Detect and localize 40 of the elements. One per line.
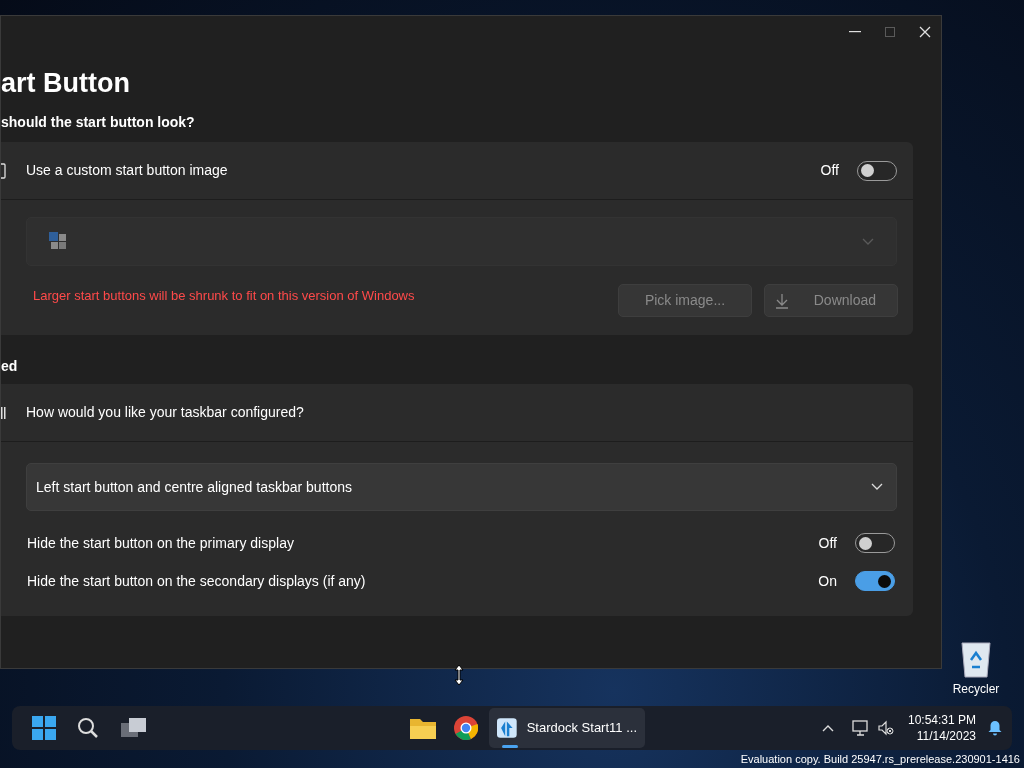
minimize-icon[interactable] [849,31,861,33]
chevron-down-icon [862,237,874,246]
watermark-text: Evaluation copy. Build 25947.rs_prerelease.230901-1416 [740,752,1020,766]
page-title: art Button [1,67,130,100]
clock-date[interactable]: 11/14/2023 [916,728,976,744]
warning-text: Larger start buttons will be shrunk to fit on this version of Windows [33,287,415,305]
chevron-down-icon [871,483,883,491]
network-icon[interactable] [851,719,870,737]
speaker-muted-icon[interactable] [877,720,894,736]
option-label: Hide the start button on the primary display [27,533,294,553]
toggle-state-text: On [818,571,837,591]
toggle-switch[interactable] [855,533,895,553]
toggle-state-text: Off [820,161,839,180]
browser-icon[interactable] [454,716,478,740]
taskbar-layout-dropdown[interactable]: Left start button and centre aligned taskbar buttons [26,463,897,511]
toggle-switch[interactable] [855,571,895,591]
setting-label: Use a custom start button image [26,161,228,180]
desktop-icon-label[interactable]: Recycler [952,680,1000,698]
maximize-icon[interactable] [885,27,895,37]
option-label: Hide the start button on the secondary displays (if any) [27,571,366,591]
resize-cursor-icon [454,664,464,686]
folder-icon[interactable] [410,717,436,739]
section-heading: should the start button look? [1,113,195,132]
bell-icon[interactable] [988,720,1002,736]
taskbar-window-button[interactable]: Stardock Start11 ... [489,708,645,748]
section-heading: ed [1,357,18,376]
start-logo-icon [49,232,68,251]
setting-label: How would you like your taskbar configured? [26,403,304,422]
toggle-switch[interactable] [857,160,897,181]
chevron-up-icon[interactable] [821,724,834,732]
toggle-state-text: Off [818,533,837,553]
app-icon [497,716,517,740]
task-view-icon[interactable] [121,718,147,738]
search-icon[interactable] [77,717,99,739]
close-icon[interactable] [919,26,931,38]
image-icon [1,162,6,179]
start-icon[interactable] [32,716,56,740]
clock-time[interactable]: 10:54:31 PM [907,712,976,728]
taskbar-icon [1,406,6,419]
download-icon [775,292,789,309]
